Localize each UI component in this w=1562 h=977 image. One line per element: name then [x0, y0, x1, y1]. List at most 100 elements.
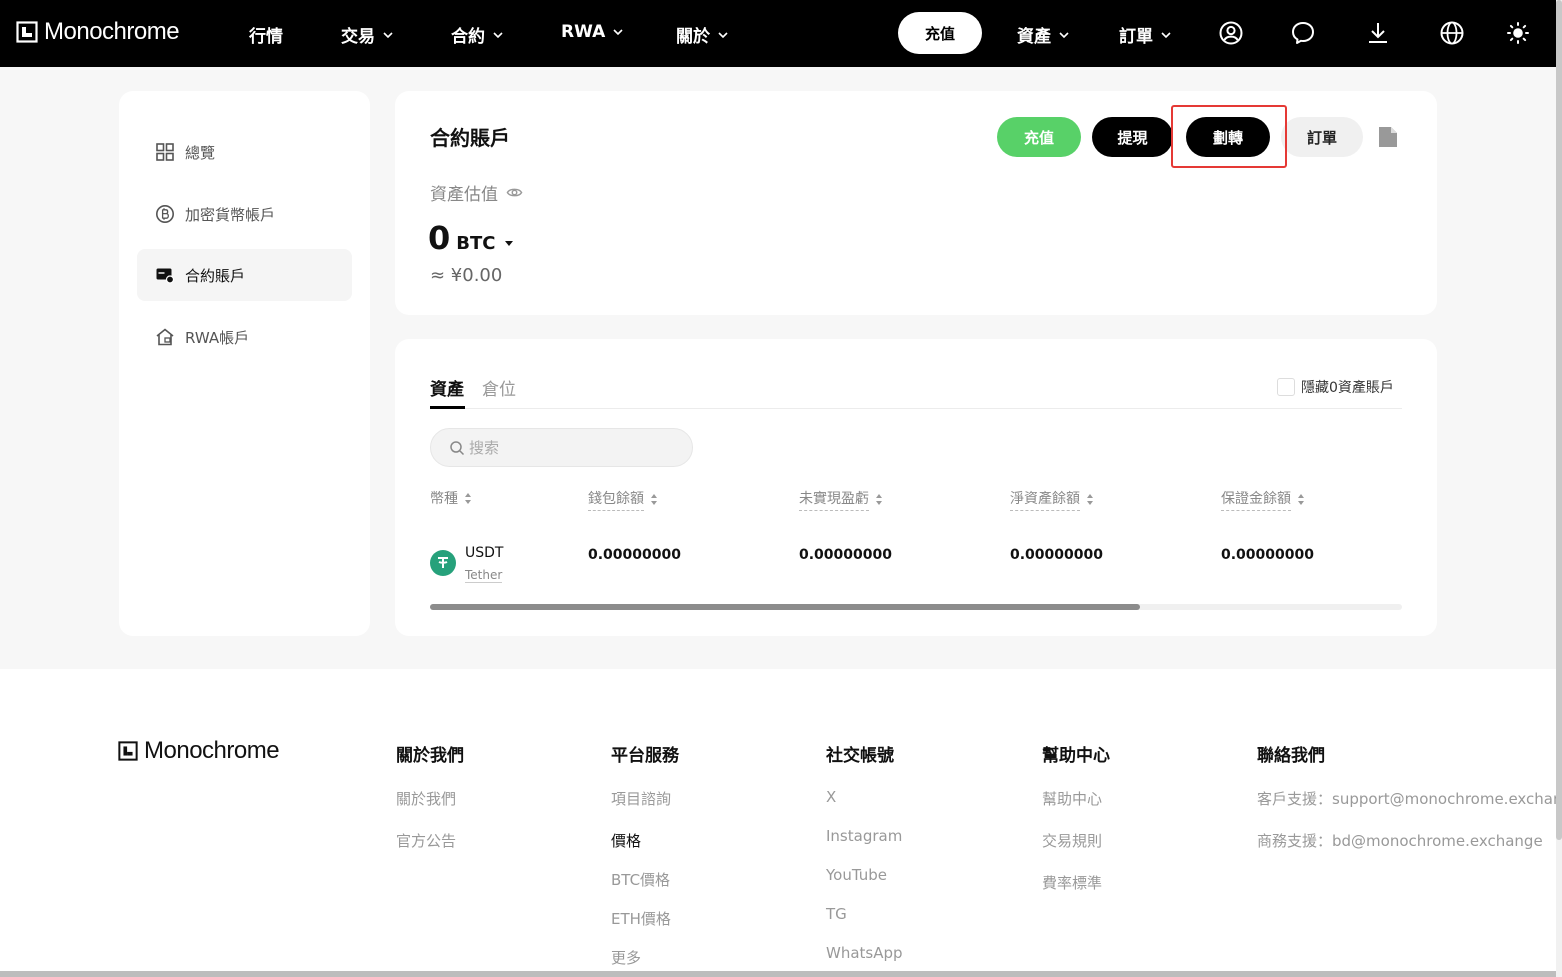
footer-link-fee-schedule[interactable]: 費率標準 — [1042, 872, 1110, 893]
sidebar-item-crypto-account[interactable]: 加密貨幣帳戶 — [137, 188, 352, 240]
document-icon[interactable] — [1377, 125, 1399, 149]
tab-positions[interactable]: 倉位 — [482, 375, 516, 400]
page-title: 合約賬戶 — [430, 126, 510, 150]
eye-icon[interactable] — [506, 184, 523, 201]
column-header-label: 未實現盈虧 — [799, 488, 869, 511]
footer-col-heading: 幫助中心 — [1042, 746, 1110, 766]
table-scrollbar[interactable] — [430, 604, 1402, 610]
table-scrollbar-thumb[interactable] — [430, 604, 1140, 610]
checkbox-box[interactable] — [1277, 378, 1295, 396]
page-vertical-scrollbar-thumb[interactable] — [1556, 0, 1562, 840]
sort-icon — [651, 494, 657, 505]
transfer-button[interactable]: 劃轉 — [1186, 117, 1270, 157]
nav-about-label: 關於 — [676, 27, 710, 47]
column-header-unrealized-pnl[interactable]: 未實現盈虧 — [799, 488, 883, 511]
footer-link-eth-price[interactable]: ETH價格 — [611, 908, 679, 929]
search-box[interactable] — [430, 428, 693, 467]
column-header-wallet-balance[interactable]: 錢包餘額 — [588, 488, 658, 511]
tab-assets[interactable]: 資產 — [430, 375, 464, 400]
footer-link-support-email[interactable]: 客戶支援：support@monochrome.exchange — [1257, 788, 1556, 809]
footer-link-btc-price[interactable]: BTC價格 — [611, 869, 679, 890]
chat-icon[interactable] — [1290, 20, 1316, 46]
monochrome-logo-icon — [16, 21, 38, 43]
footer-link-prices[interactable]: 價格 — [611, 830, 679, 851]
footer-link-x[interactable]: X — [826, 788, 903, 806]
column-header-label: 保證金餘額 — [1221, 488, 1291, 511]
nav-about[interactable]: 關於 — [676, 22, 728, 47]
sidebar-item-rwa-account[interactable]: RWA帳戶 — [137, 311, 352, 363]
nav-market-label: 行情 — [249, 27, 283, 47]
tab-active-indicator — [430, 406, 465, 409]
fiat-value: ≈ ¥0.00 — [430, 265, 503, 286]
cell-net-balance: 0.00000000 — [1010, 547, 1103, 563]
footer-link-business-email[interactable]: 商務支援：bd@monochrome.exchange — [1257, 830, 1556, 851]
sort-icon — [1087, 494, 1093, 505]
page-horizontal-scrollbar[interactable] — [0, 971, 1556, 977]
column-header-coin[interactable]: 幣種 — [430, 488, 472, 508]
orders-button[interactable]: 訂單 — [1281, 117, 1363, 157]
column-header-net-balance[interactable]: 淨資產餘額 — [1010, 488, 1094, 511]
nav-assets[interactable]: 資產 — [1017, 22, 1069, 47]
hide-zero-checkbox[interactable]: 隱藏0資產賬戶 — [1277, 377, 1394, 397]
chevron-down-icon — [718, 31, 728, 38]
tether-icon — [430, 550, 456, 576]
footer-link-trading-rules[interactable]: 交易規則 — [1042, 830, 1110, 851]
footer-brand[interactable]: Monochrome — [118, 737, 280, 765]
deposit-button[interactable]: 充值 — [997, 117, 1081, 157]
footer-link-project-consult[interactable]: 項目諮詢 — [611, 788, 679, 809]
footer-col-platform: 平台服務 項目諮詢 價格 BTC價格 ETH價格 更多 — [611, 741, 679, 968]
sidebar-item-overview[interactable]: 總覽 — [137, 126, 352, 178]
nav-orders[interactable]: 訂單 — [1119, 22, 1171, 47]
chevron-down-icon — [383, 31, 393, 38]
footer-link-about-us[interactable]: 關於我們 — [396, 788, 464, 809]
nav-rwa[interactable]: RWA — [561, 22, 623, 42]
asset-unit-select[interactable]: BTC — [456, 233, 495, 254]
hide-zero-label: 隱藏0資產賬戶 — [1301, 380, 1394, 396]
wallet-icon — [156, 268, 175, 284]
account-sidebar: 總覽 加密貨幣帳戶 合約賬戶 RWA帳戶 — [119, 91, 370, 636]
brand-logo[interactable]: Monochrome — [16, 18, 180, 46]
column-header-label: 錢包餘額 — [588, 488, 644, 511]
nav-rwa-label: RWA — [561, 22, 606, 42]
withdraw-button[interactable]: 提現 — [1092, 117, 1173, 157]
nav-deposit-button[interactable]: 充值 — [898, 12, 982, 54]
chevron-down-icon — [1059, 31, 1069, 38]
footer-link-instagram[interactable]: Instagram — [826, 827, 903, 845]
house-icon — [156, 328, 174, 346]
asset-amount: 0 BTC — [428, 219, 515, 257]
nav-contract[interactable]: 合約 — [451, 22, 503, 47]
user-icon[interactable] — [1218, 20, 1244, 46]
download-icon[interactable] — [1365, 20, 1391, 46]
top-nav: Monochrome 行情 交易 合約 RWA 關於 充值 資產 訂單 — [0, 0, 1556, 67]
column-header-label: 淨資產餘額 — [1010, 488, 1080, 511]
sidebar-item-label: 合約賬戶 — [185, 266, 246, 285]
nav-trade[interactable]: 交易 — [341, 22, 393, 47]
nav-contract-label: 合約 — [451, 27, 485, 47]
footer-link-tg[interactable]: TG — [826, 905, 903, 923]
sun-icon[interactable] — [1505, 20, 1531, 46]
globe-icon[interactable] — [1439, 20, 1465, 46]
caret-down-icon[interactable] — [503, 237, 515, 249]
footer-brand-name: Monochrome — [144, 737, 280, 764]
footer-link-help-center[interactable]: 幫助中心 — [1042, 788, 1110, 809]
account-summary-card: 合約賬戶 充值 提現 劃轉 訂單 資產估值 0 BTC ≈ ¥0.00 — [395, 91, 1437, 315]
footer-link-youtube[interactable]: YouTube — [826, 866, 903, 884]
sidebar-item-contract-account[interactable]: 合約賬戶 — [137, 249, 352, 301]
monochrome-logo-icon — [118, 741, 138, 761]
column-header-margin-balance[interactable]: 保證金餘額 — [1221, 488, 1305, 511]
assets-table-card: 資產 倉位 隱藏0資產賬戶 幣種 錢包餘額 未實現盈虧 淨資產餘額 保證金餘額 — [395, 339, 1437, 636]
chevron-down-icon — [613, 29, 623, 36]
search-input[interactable] — [469, 438, 669, 457]
footer-col-heading: 關於我們 — [396, 746, 464, 766]
grid-icon — [156, 143, 174, 161]
footer-link-more[interactable]: 更多 — [611, 947, 679, 968]
nav-market[interactable]: 行情 — [249, 22, 283, 47]
coin-name-link[interactable]: Tether — [465, 568, 503, 583]
search-icon — [450, 440, 465, 455]
sort-icon — [1298, 494, 1304, 505]
tab-divider — [430, 408, 1402, 409]
footer-link-announcements[interactable]: 官方公告 — [396, 830, 464, 851]
page-vertical-scrollbar[interactable] — [1556, 0, 1562, 977]
cell-unrealized-pnl: 0.00000000 — [799, 547, 892, 563]
footer-link-whatsapp[interactable]: WhatsApp — [826, 944, 903, 962]
